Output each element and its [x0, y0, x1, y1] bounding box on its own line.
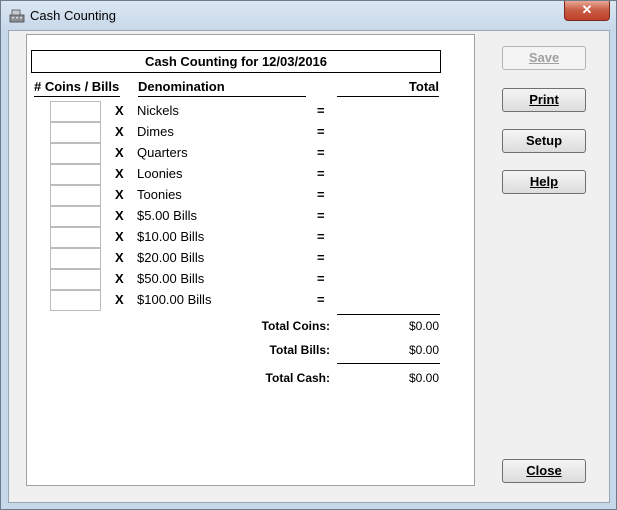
count-input[interactable] — [50, 101, 101, 122]
denomination-row: X $100.00 Bills = — [27, 290, 474, 311]
denomination-row: X $5.00 Bills = — [27, 206, 474, 227]
denomination-label: Toonies — [137, 187, 182, 202]
equals-sign: = — [317, 271, 325, 286]
denomination-label: $10.00 Bills — [137, 229, 205, 244]
cash-counting-window: Cash Counting ✕ Cash Counting for 12/03/… — [0, 0, 617, 510]
denomination-label: Loonies — [137, 166, 183, 181]
count-input[interactable] — [50, 185, 101, 206]
denomination-row: X Toonies = — [27, 185, 474, 206]
header-denomination: Denomination — [138, 79, 306, 97]
denomination-row: X $50.00 Bills = — [27, 269, 474, 290]
cash-register-icon — [9, 9, 25, 23]
setup-button-label: Setup — [525, 133, 563, 148]
help-button-label: Help — [529, 174, 559, 189]
header-count: # Coins / Bills — [34, 79, 120, 97]
denomination-label: Quarters — [137, 145, 188, 160]
total-cash-value: $0.00 — [408, 371, 439, 385]
close-button[interactable]: Close — [502, 459, 586, 483]
header-total: Total — [337, 79, 439, 97]
print-button[interactable]: Print — [502, 88, 586, 112]
denomination-label: Dimes — [137, 124, 174, 139]
denomination-row: X Dimes = — [27, 122, 474, 143]
close-icon: ✕ — [581, 2, 593, 17]
denomination-row: X $20.00 Bills = — [27, 248, 474, 269]
help-button[interactable]: Help — [502, 170, 586, 194]
count-input[interactable] — [50, 164, 101, 185]
count-input[interactable] — [50, 269, 101, 290]
denomination-label: $20.00 Bills — [137, 250, 205, 265]
equals-sign: = — [317, 250, 325, 265]
denomination-label: $50.00 Bills — [137, 271, 205, 286]
count-input[interactable] — [50, 248, 101, 269]
count-input[interactable] — [50, 206, 101, 227]
multiply-sign: X — [115, 166, 124, 181]
equals-sign: = — [317, 187, 325, 202]
close-button-label: Close — [526, 463, 562, 478]
title-bar[interactable]: Cash Counting ✕ — [1, 1, 616, 30]
count-input[interactable] — [50, 122, 101, 143]
denomination-row: X Quarters = — [27, 143, 474, 164]
equals-sign: = — [317, 124, 325, 139]
total-coins-label: Total Coins: — [261, 319, 330, 333]
count-input[interactable] — [50, 290, 101, 311]
denomination-label: $100.00 Bills — [137, 292, 212, 307]
equals-sign: = — [317, 103, 325, 118]
window-close-button[interactable]: ✕ — [564, 1, 610, 21]
count-input[interactable] — [50, 143, 101, 164]
total-cash-label: Total Cash: — [265, 371, 330, 385]
cash-total-rule — [337, 363, 440, 364]
count-input[interactable] — [50, 227, 101, 248]
multiply-sign: X — [115, 103, 124, 118]
denomination-label: $5.00 Bills — [137, 208, 197, 223]
cash-count-panel: Cash Counting for 12/03/2016 # Coins / B… — [26, 34, 475, 486]
multiply-sign: X — [115, 187, 124, 202]
multiply-sign: X — [115, 208, 124, 223]
total-coins-value: $0.00 — [408, 319, 439, 333]
setup-button[interactable]: Setup — [502, 129, 586, 153]
multiply-sign: X — [115, 292, 124, 307]
denomination-row: X Loonies = — [27, 164, 474, 185]
window-title: Cash Counting — [30, 8, 116, 23]
equals-sign: = — [317, 166, 325, 181]
total-bills-label: Total Bills: — [269, 343, 330, 357]
save-button-label: Save — [528, 50, 560, 65]
denomination-row: X Nickels = — [27, 101, 474, 122]
denomination-row: X $10.00 Bills = — [27, 227, 474, 248]
panel-heading: Cash Counting for 12/03/2016 — [31, 50, 441, 73]
dialog-client-area: Cash Counting for 12/03/2016 # Coins / B… — [8, 30, 610, 503]
multiply-sign: X — [115, 124, 124, 139]
equals-sign: = — [317, 292, 325, 307]
multiply-sign: X — [115, 145, 124, 160]
multiply-sign: X — [115, 229, 124, 244]
save-button[interactable]: Save — [502, 46, 586, 70]
total-bills-value: $0.00 — [408, 343, 439, 357]
multiply-sign: X — [115, 271, 124, 286]
equals-sign: = — [317, 229, 325, 244]
equals-sign: = — [317, 208, 325, 223]
multiply-sign: X — [115, 250, 124, 265]
print-button-label: Print — [529, 92, 559, 107]
equals-sign: = — [317, 145, 325, 160]
coins-total-rule — [337, 314, 440, 315]
denomination-label: Nickels — [137, 103, 179, 118]
